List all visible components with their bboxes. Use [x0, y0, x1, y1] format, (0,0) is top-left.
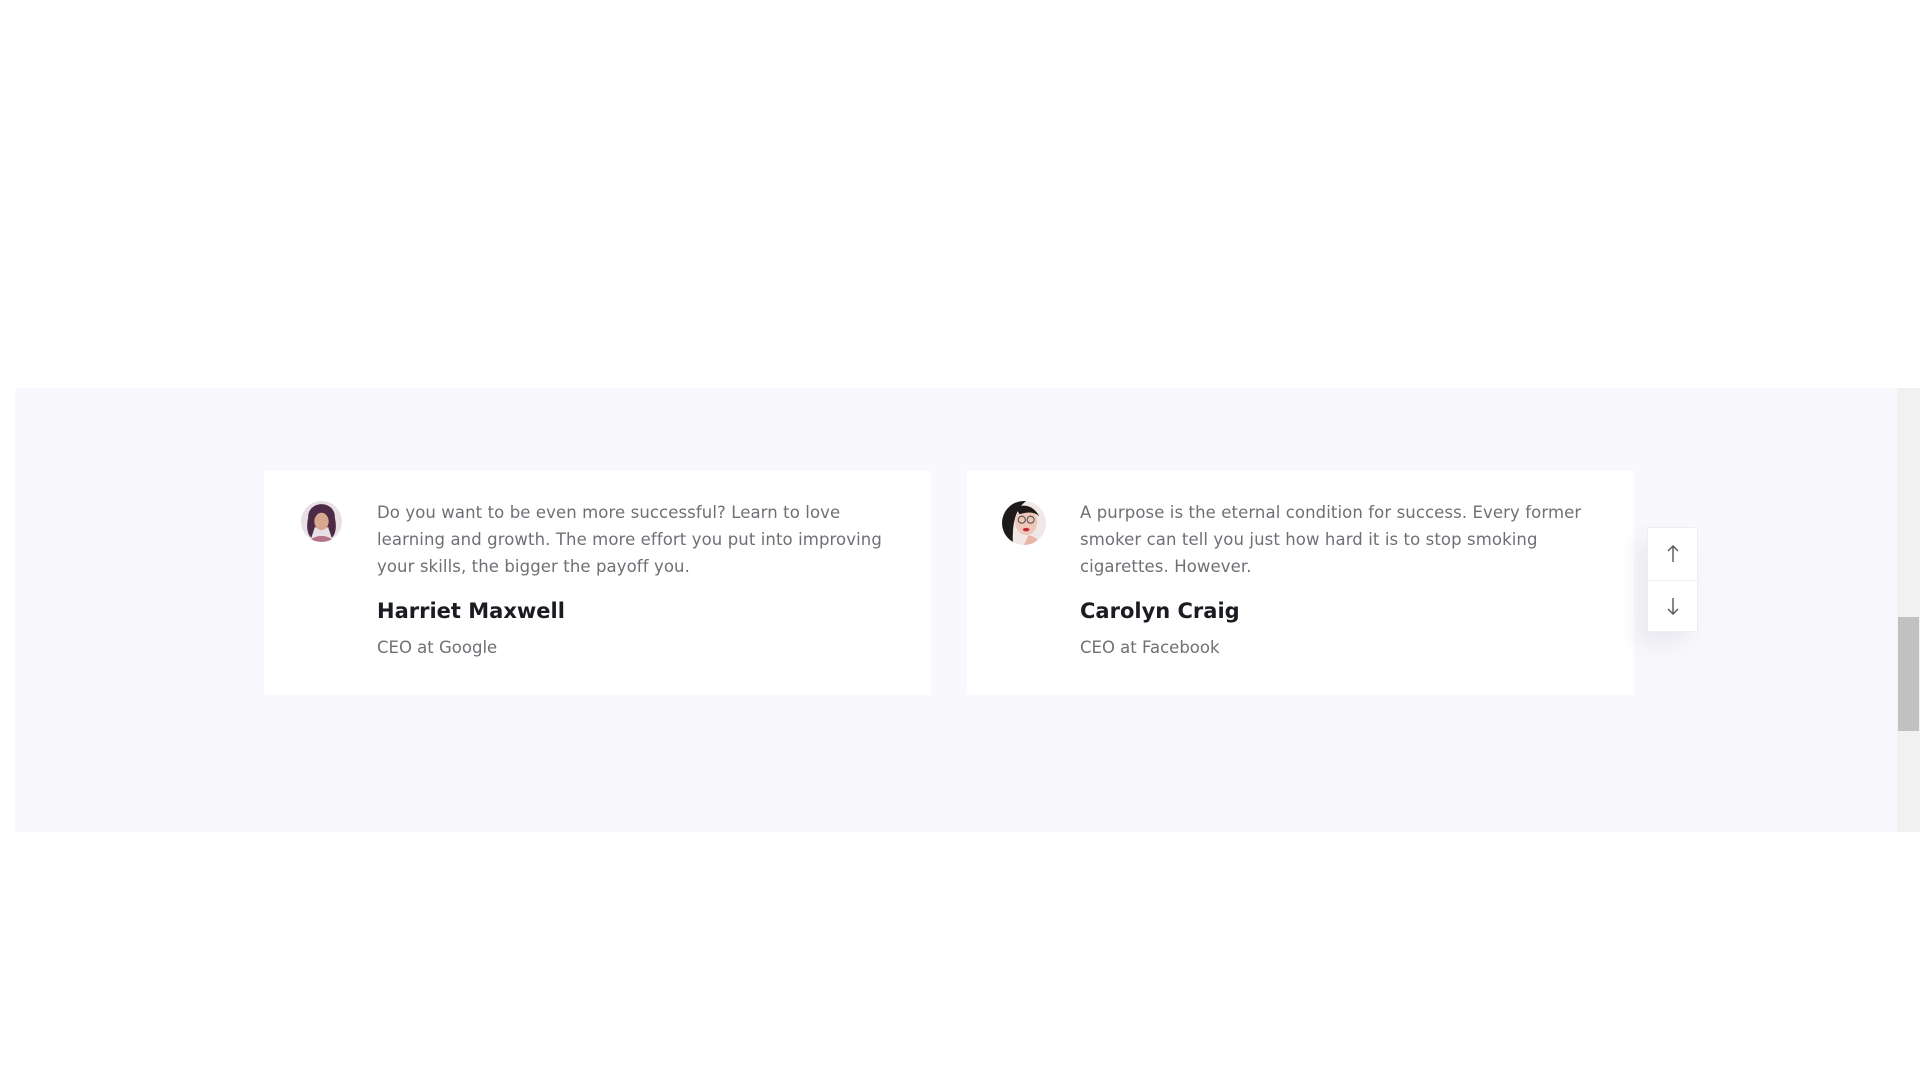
avatar	[301, 501, 342, 542]
slider-next-button[interactable]	[1648, 580, 1697, 632]
testimonial-card: Do you want to be even more successful? …	[264, 471, 931, 695]
page: Do you want to be even more successful? …	[0, 0, 1920, 1080]
scrollbar-track[interactable]	[1897, 388, 1920, 832]
avatar-image	[301, 501, 342, 542]
testimonial-quote: Do you want to be even more successful? …	[377, 503, 882, 576]
testimonial-quote: A purpose is the eternal condition for s…	[1080, 503, 1582, 576]
avatar-image	[1002, 501, 1046, 545]
slider-nav	[1647, 527, 1698, 632]
testimonial-card: A purpose is the eternal condition for s…	[967, 471, 1634, 695]
testimonial-role: CEO at Facebook	[1080, 638, 1220, 657]
avatar	[1002, 501, 1046, 545]
scrollbar-thumb[interactable]	[1898, 617, 1919, 731]
arrow-down-icon	[1667, 598, 1678, 615]
testimonial-section: Do you want to be even more successful? …	[15, 388, 1897, 832]
slider-prev-button[interactable]	[1648, 528, 1697, 581]
testimonial-role: CEO at Google	[377, 638, 498, 657]
testimonial-name: Harriet Maxwell	[377, 599, 565, 623]
arrow-up-icon	[1667, 545, 1678, 562]
testimonial-name: Carolyn Craig	[1080, 599, 1240, 623]
